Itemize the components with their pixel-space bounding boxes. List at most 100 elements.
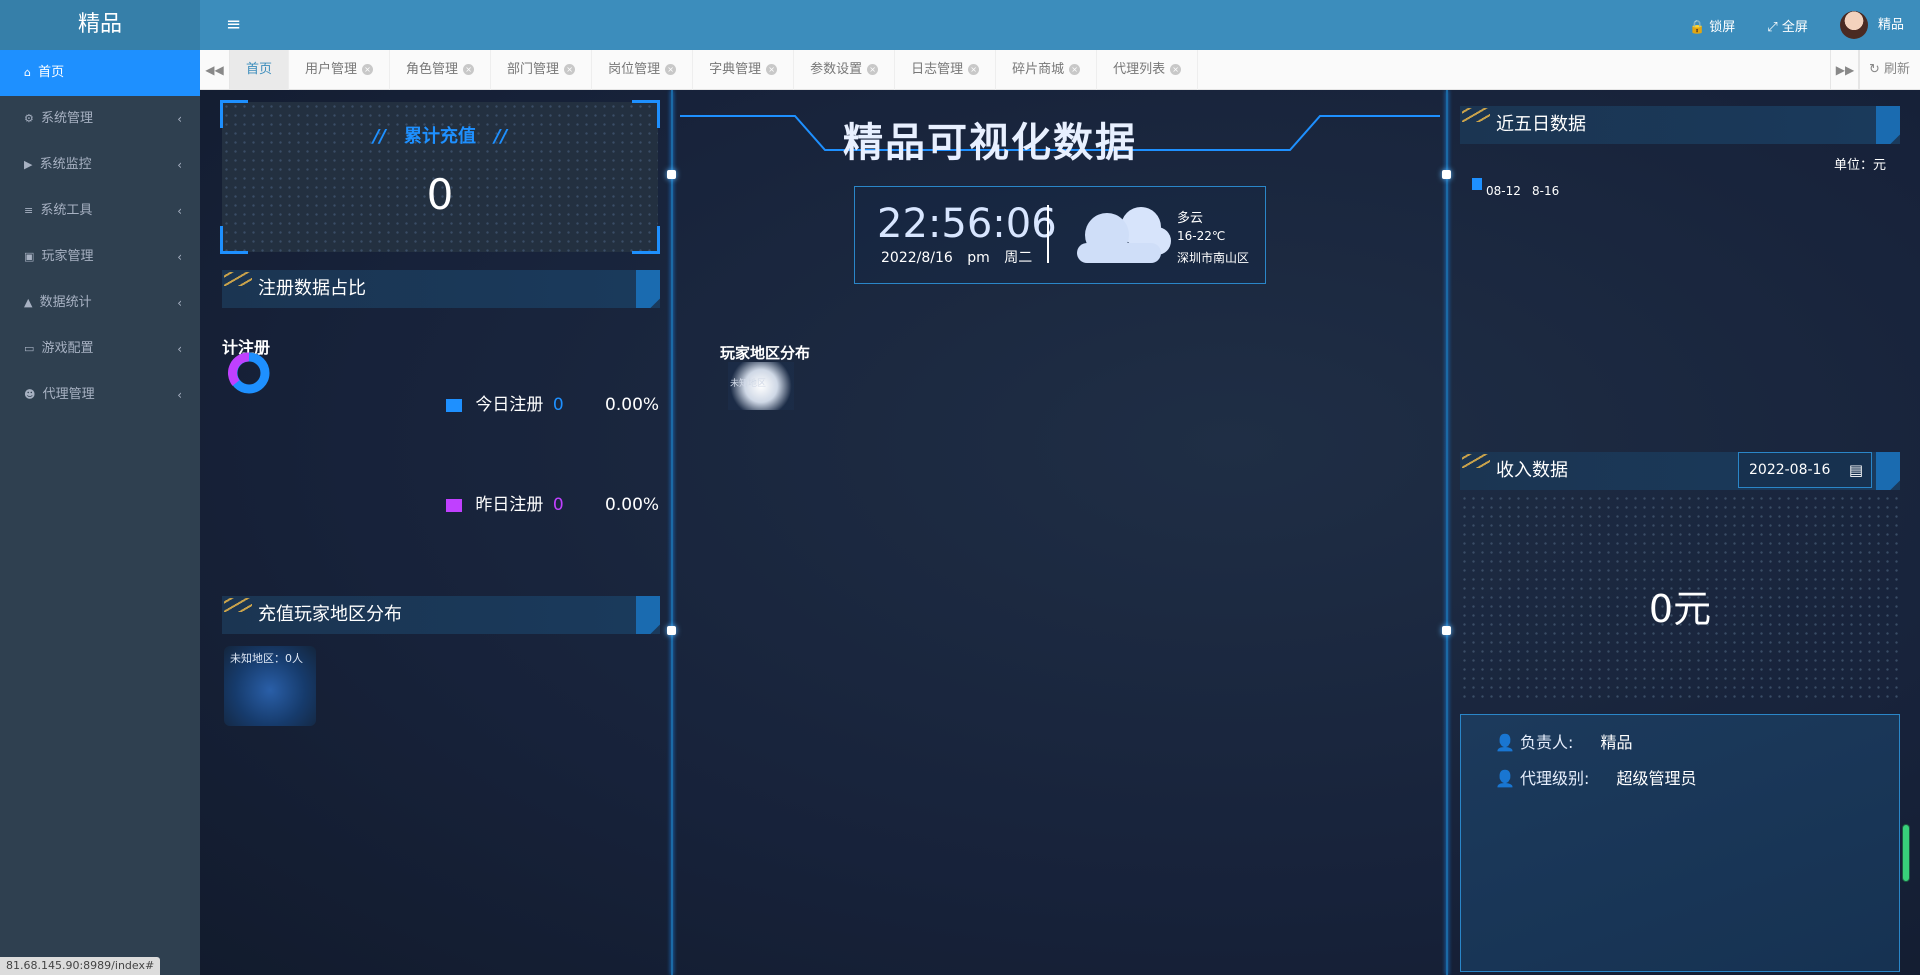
tab-0[interactable]: 首页: [230, 50, 290, 90]
income-area: 0元: [1460, 494, 1900, 704]
header-stripe: [1462, 454, 1490, 468]
divider-left: [671, 90, 673, 975]
player-map-thumbnail: 未知地区: [728, 362, 794, 410]
tabs-bar: ◀◀ 首页 用户管理 × 角色管理 × 部门管理 × 岗位管理 × 字典管理 × 参数设置 × 日志管理 ×…: [200, 50, 1920, 90]
owner-info-card: 👤 负责人: 精品 👤 代理级别: 超级管理员: [1460, 714, 1900, 972]
users-icon: ☻: [24, 388, 36, 401]
register-panel-header: 注册数据占比: [222, 270, 660, 308]
bar-chart-icon: [1472, 178, 1482, 190]
register-donut-chart: [228, 352, 270, 394]
header-stripe: [224, 272, 252, 286]
tab-8[interactable]: 碎片商城 ×: [996, 50, 1098, 90]
close-tab-icon[interactable]: ×: [1069, 64, 1081, 75]
tab-2[interactable]: 角色管理 ×: [390, 50, 492, 90]
legend-today: 今日注册 0 0.00%: [446, 390, 659, 415]
divider-node: [667, 170, 676, 179]
legend-swatch: [446, 498, 462, 512]
divider-right: [1446, 90, 1448, 975]
tab-1[interactable]: 用户管理 ×: [289, 50, 391, 90]
sidebar-item-label: 系统监控: [39, 157, 92, 172]
tabs-scroll-left-icon[interactable]: ◀◀: [200, 50, 230, 90]
close-tab-icon[interactable]: ×: [766, 64, 778, 75]
sidebar-item-tools[interactable]: ≡ 系统工具 ‹: [0, 188, 200, 234]
accumulated-recharge-card: //累计充值// 0: [220, 100, 660, 254]
sidebar-item-players[interactable]: ▣ 玩家管理 ‹: [0, 234, 200, 280]
sidebar-item-label: 数据统计: [39, 295, 92, 310]
sidebar-item-label: 系统管理: [41, 111, 94, 126]
close-tab-icon[interactable]: ×: [665, 64, 677, 75]
level-row: 👤 代理级别: 超级管理员: [1495, 769, 1697, 788]
owner-row: 👤 负责人: 精品: [1495, 733, 1633, 752]
monitor-icon: ▭: [24, 342, 35, 355]
person-badge-icon: 👤: [1495, 769, 1515, 788]
user-menu[interactable]: 精品: [1839, 11, 1904, 39]
sidebar-item-monitor[interactable]: ▶ 系统监控 ‹: [0, 142, 200, 188]
tab-6[interactable]: 参数设置 ×: [794, 50, 896, 90]
sidebar-item-agents[interactable]: ☻ 代理管理 ‹: [0, 372, 200, 418]
close-tab-icon[interactable]: ×: [362, 64, 374, 75]
lock-icon: 🔒: [1688, 19, 1706, 35]
sidebar-item-label: 系统工具: [40, 203, 93, 218]
id-card-icon: ▣: [24, 250, 35, 263]
tabs-list: 首页 用户管理 × 角色管理 × 部门管理 × 岗位管理 × 字典管理 × 参数设置 × 日志管理 × 碎片商…: [230, 50, 1199, 90]
accumulated-title: //累计充值//: [372, 126, 508, 147]
dashboard: //累计充值// 0 注册数据占比 计注册 今日注册 0 0.00% 昨日注册 …: [200, 90, 1920, 975]
header-stripe: [1462, 108, 1490, 122]
close-tab-icon[interactable]: ×: [867, 64, 879, 75]
close-tab-icon[interactable]: ×: [968, 64, 980, 75]
header-tail: [1876, 106, 1900, 144]
user-name: 精品: [1877, 17, 1904, 33]
income-date-input[interactable]: 2022-08-16 ▤: [1738, 452, 1872, 488]
expand-icon: ⤢: [1767, 19, 1778, 35]
scroll-indicator[interactable]: [1902, 824, 1910, 882]
weather-temp: 16-22℃: [1177, 229, 1226, 243]
clock-separator: [1047, 205, 1049, 263]
tab-9[interactable]: 代理列表 ×: [1097, 50, 1199, 90]
x-axis-start: 08-12: [1486, 184, 1521, 198]
five-days-panel-header: 近五日数据: [1460, 106, 1900, 144]
close-tab-icon[interactable]: ×: [1170, 64, 1182, 75]
cloud-icon: [1077, 207, 1171, 263]
fullscreen-button[interactable]: ⤢ 全屏: [1767, 16, 1808, 35]
close-tab-icon[interactable]: ×: [564, 64, 576, 75]
chevron-left-icon: ‹: [177, 204, 182, 218]
header-stripe: [224, 598, 252, 612]
chevron-left-icon: ‹: [177, 388, 182, 402]
weather-desc: 多云: [1177, 211, 1204, 226]
sidebar-item-system[interactable]: ⚙ 系统管理 ‹: [0, 96, 200, 142]
chart-icon: ▲: [24, 296, 33, 309]
clock-time: 22:56:06: [877, 201, 1057, 247]
refresh-icon: ↻: [1868, 62, 1880, 77]
video-icon: ▶: [24, 158, 33, 171]
home-icon: ⌂: [24, 66, 31, 79]
sidebar-item-game-config[interactable]: ▭ 游戏配置 ‹: [0, 326, 200, 372]
unit-label: 单位：元: [1834, 158, 1887, 173]
lock-screen-button[interactable]: 🔒 锁屏: [1689, 16, 1735, 35]
tab-7[interactable]: 日志管理 ×: [895, 50, 997, 90]
close-tab-icon[interactable]: ×: [463, 64, 475, 75]
status-url: 81.68.145.90:8989/index#: [0, 957, 161, 975]
tab-5[interactable]: 字典管理 ×: [693, 50, 795, 90]
weather-location: 深圳市南山区: [1177, 251, 1250, 265]
calendar-icon[interactable]: ▤: [1849, 453, 1863, 487]
player-map-title: 玩家地区分布: [720, 344, 811, 362]
list-icon: ≡: [24, 204, 34, 217]
tab-4[interactable]: 岗位管理 ×: [592, 50, 694, 90]
divider-node: [1442, 626, 1451, 635]
china-map-small: 未知地区：0人: [224, 646, 316, 726]
avatar: [1839, 11, 1868, 39]
sidebar-item-home[interactable]: ⌂ 首页: [0, 50, 200, 96]
divider-node: [1442, 170, 1451, 179]
sidebar-item-label: 代理管理: [42, 387, 95, 402]
chevron-left-icon: ‹: [177, 250, 182, 264]
tab-3[interactable]: 部门管理 ×: [491, 50, 593, 90]
menu-toggle-icon[interactable]: ≡: [226, 14, 241, 35]
gear-icon: ⚙: [24, 112, 34, 125]
frame-corner: [632, 226, 660, 254]
sidebar-item-stats[interactable]: ▲ 数据统计 ‹: [0, 280, 200, 326]
sidebar-item-label: 游戏配置: [41, 341, 94, 356]
header-tail: [1876, 452, 1900, 490]
brand-logo: 精品: [0, 0, 200, 50]
tabs-scroll-right-icon[interactable]: ▶▶: [1830, 50, 1860, 90]
refresh-button[interactable]: ↻ 刷新: [1857, 50, 1920, 90]
